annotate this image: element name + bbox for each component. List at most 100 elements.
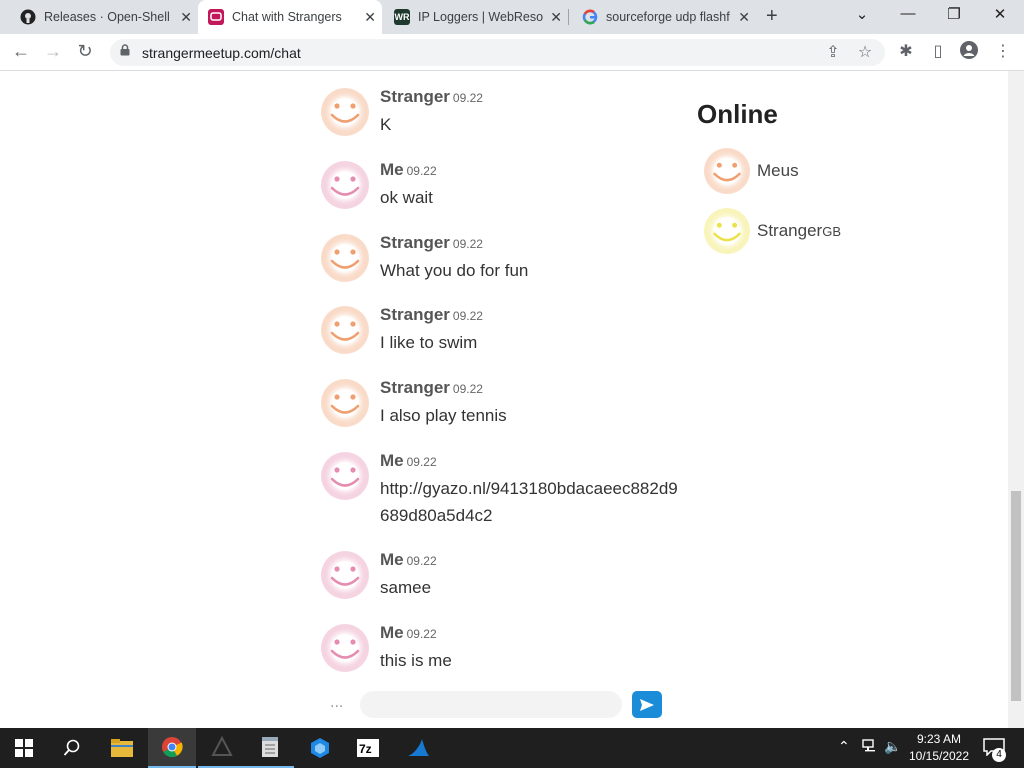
chat-message: Stranger 09.22 I also play tennis	[320, 378, 680, 438]
google-icon	[582, 9, 598, 25]
share-icon[interactable]: ⇪	[822, 42, 844, 62]
7zip-button[interactable]: 7z	[344, 728, 392, 768]
smiley-avatar-icon	[320, 233, 370, 283]
message-text: ok wait	[380, 188, 433, 207]
menu-kebab-icon[interactable]: ⋮	[992, 41, 1014, 61]
message-time: 09.22	[406, 164, 437, 178]
file-explorer-button[interactable]	[98, 728, 146, 768]
message-sender: Me 09.22	[380, 451, 437, 471]
app-triangle-icon	[211, 736, 233, 756]
tab-google-search[interactable]: sourceforge udp flashf ✕	[572, 0, 756, 34]
message-text: I also play tennis	[380, 406, 507, 425]
page-scrollbar[interactable]	[1008, 71, 1024, 728]
extensions-icon[interactable]: ✱	[895, 41, 917, 61]
notepad-app-button[interactable]	[246, 728, 294, 768]
sender-name: Stranger	[380, 305, 450, 324]
reload-icon[interactable]: ↻	[74, 41, 96, 62]
sender-name: Stranger	[380, 87, 450, 106]
address-bar[interactable]: strangermeetup.com/chat ⇪ ☆	[110, 39, 885, 66]
message-text: What you do for fun	[380, 261, 529, 280]
message-time: 09.22	[452, 91, 483, 105]
tab-title: Releases · Open-Shell/O	[44, 10, 169, 24]
sender-name: Me	[380, 160, 404, 179]
chat-message: Me 09.22 http://gyazo.nl/9413180bdacaeec88…	[320, 451, 680, 525]
tab-title: IP Loggers | WebResol	[418, 10, 543, 24]
network-tool-button[interactable]	[296, 728, 344, 768]
smiley-avatar-icon	[320, 378, 370, 428]
close-tab-icon[interactable]: ✕	[738, 9, 750, 26]
new-tab-icon[interactable]: +	[766, 5, 778, 28]
profile-icon[interactable]	[958, 41, 980, 64]
chat-message: Me 09.22 samee	[320, 550, 680, 610]
minimize-icon[interactable]: —	[898, 5, 918, 22]
tab-title: sourceforge udp flashf	[606, 10, 730, 24]
back-icon[interactable]: ←	[10, 41, 32, 62]
folder-icon	[111, 739, 133, 757]
github-icon	[20, 9, 36, 25]
sender-name: Me	[380, 623, 404, 642]
windows-taskbar: 7z ⌃ 🔈 9:23 AM 10/15/2022 4	[0, 728, 1024, 768]
bookmark-star-icon[interactable]: ☆	[854, 42, 876, 62]
volume-icon[interactable]: 🔈	[884, 738, 901, 755]
chat-page: Stranger 09.22 K Me 09.22 ok wait Stranger 09.2…	[0, 71, 1008, 728]
network-icon[interactable]	[862, 738, 878, 755]
online-user-name: StrangerGB	[757, 221, 841, 241]
smiley-avatar-icon	[703, 147, 751, 195]
chat-message: Me 09.22 ok wait	[320, 160, 680, 220]
side-panel-icon[interactable]: ▯	[927, 41, 949, 61]
send-button[interactable]	[632, 691, 662, 718]
chrome-icon	[162, 737, 183, 758]
start-button[interactable]	[0, 728, 48, 768]
close-tab-icon[interactable]: ✕	[364, 9, 376, 26]
sender-name: Me	[380, 451, 404, 470]
network-tool-icon	[311, 738, 329, 758]
user-name: Stranger	[757, 221, 823, 240]
online-user[interactable]: StrangerGB	[703, 207, 953, 257]
sender-name: Stranger	[380, 378, 450, 397]
message-input[interactable]	[360, 691, 622, 718]
unity-app-button[interactable]	[198, 728, 246, 768]
windows-logo-icon	[15, 739, 33, 757]
tab-github-releases[interactable]: Releases · Open-Shell/O ✕	[10, 0, 198, 34]
clock-time: 9:23 AM	[916, 732, 962, 746]
message-text: this is me	[380, 651, 452, 670]
browser-tab-strip: Releases · Open-Shell/O ✕ Chat with Stra…	[0, 0, 1024, 34]
message-time: 09.22	[406, 627, 437, 641]
message-sender: Me 09.22	[380, 550, 437, 570]
webresolver-icon: WR	[394, 9, 410, 25]
compose-bar: ...	[320, 688, 670, 722]
close-tab-icon[interactable]: ✕	[180, 9, 192, 26]
sender-name: Me	[380, 550, 404, 569]
restore-icon[interactable]: ❐	[944, 5, 964, 23]
message-sender: Stranger 09.22	[380, 305, 483, 325]
message-sender: Me 09.22	[380, 623, 437, 643]
chat-message: Me 09.22 this is me	[320, 623, 680, 683]
tab-ip-loggers[interactable]: WR IP Loggers | WebResol ✕	[384, 0, 568, 34]
chrome-button[interactable]	[148, 728, 196, 768]
forward-icon[interactable]: →	[42, 41, 64, 62]
wireshark-button[interactable]	[394, 728, 442, 768]
chat-message: Stranger 09.22 I like to swim	[320, 305, 680, 365]
smiley-avatar-icon	[320, 451, 370, 501]
browser-toolbar: ← → ↻ strangermeetup.com/chat ⇪ ☆ ✱ ▯ ⋮	[0, 34, 1024, 71]
close-tab-icon[interactable]: ✕	[550, 9, 562, 26]
show-hidden-icons-icon[interactable]: ⌃	[838, 738, 850, 755]
tab-search-icon[interactable]: ⌄	[852, 5, 872, 23]
close-window-icon[interactable]: ✕	[990, 5, 1010, 23]
url-text: strangermeetup.com/chat	[142, 45, 301, 61]
message-sender: Stranger 09.22	[380, 378, 483, 398]
online-user[interactable]: Meus	[703, 147, 953, 197]
scrollbar-thumb[interactable]	[1011, 491, 1021, 701]
tab-chat-with-strangers[interactable]: Chat with Strangers ✕	[198, 0, 382, 34]
message-time: 09.22	[406, 455, 437, 469]
search-icon	[63, 739, 80, 756]
wireshark-fin-icon	[408, 739, 429, 756]
message-time: 09.22	[406, 554, 437, 568]
notepad-icon	[262, 737, 278, 757]
system-clock[interactable]: 9:23 AM 10/15/2022	[904, 731, 974, 765]
smiley-avatar-icon	[320, 87, 370, 137]
smiley-avatar-icon	[703, 207, 751, 255]
message-time: 09.22	[452, 237, 483, 251]
lock-icon	[120, 44, 130, 56]
search-button[interactable]	[48, 728, 96, 768]
